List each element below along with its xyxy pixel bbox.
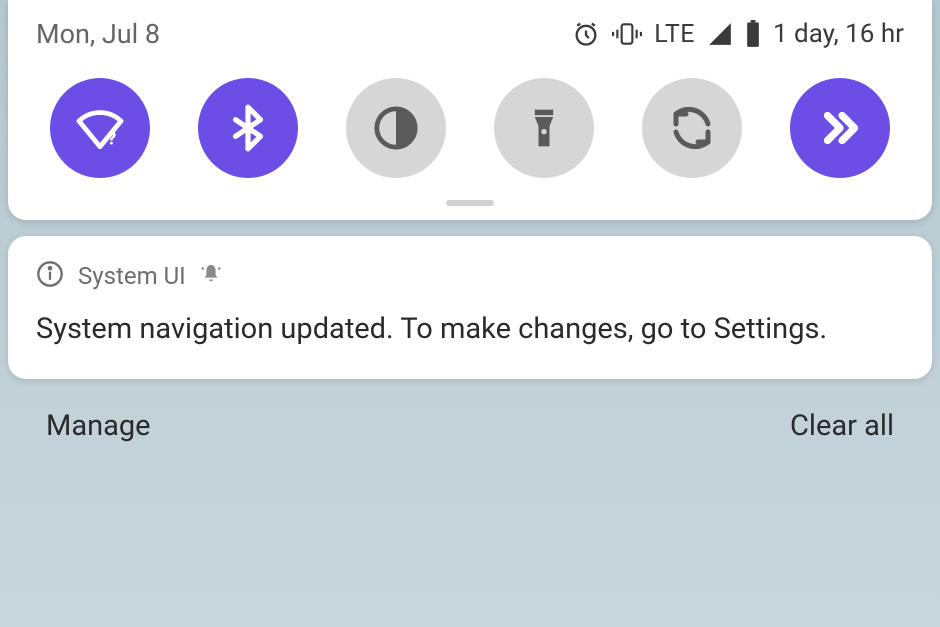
bluetooth-icon	[223, 103, 273, 153]
dark-theme-tile[interactable]	[346, 78, 446, 178]
wifi-question-icon: ?	[72, 100, 128, 156]
quick-settings-panel: Mon, Jul 8 LTE	[8, 0, 932, 220]
half-circle-icon	[373, 105, 419, 151]
flashlight-icon	[522, 106, 566, 150]
network-type: LTE	[654, 20, 695, 49]
status-bar: Mon, Jul 8 LTE	[8, 18, 932, 50]
auto-rotate-tile[interactable]	[642, 78, 742, 178]
notification-app-name: System UI	[78, 262, 186, 290]
expand-handle[interactable]	[446, 200, 494, 206]
vibrate-icon	[612, 20, 642, 48]
bluetooth-tile[interactable]	[198, 78, 298, 178]
notification-body: System navigation updated. To make chang…	[36, 310, 904, 349]
status-date: Mon, Jul 8	[36, 18, 160, 50]
notification-card[interactable]: System UI System navigation updated. To …	[8, 236, 932, 379]
bell-alert-icon	[200, 263, 222, 289]
status-icons: LTE 1 day, 16 hr	[572, 19, 904, 49]
flashlight-tile[interactable]	[494, 78, 594, 178]
manage-button[interactable]: Manage	[46, 409, 151, 443]
svg-text:?: ?	[107, 127, 116, 149]
wifi-tile[interactable]: ?	[50, 78, 150, 178]
quick-settings-tiles: ?	[8, 78, 932, 178]
alarm-icon	[572, 20, 600, 48]
battery-text: 1 day, 16 hr	[773, 19, 904, 49]
notification-header: System UI	[36, 260, 904, 292]
clear-all-button[interactable]: Clear all	[790, 409, 894, 443]
next-page-tile[interactable]	[790, 78, 890, 178]
battery-icon	[745, 20, 761, 48]
info-icon	[36, 260, 64, 292]
chevron-double-right-icon	[815, 103, 865, 153]
rotate-icon	[668, 104, 716, 152]
notification-footer: Manage Clear all	[0, 379, 940, 443]
signal-icon	[707, 21, 733, 47]
